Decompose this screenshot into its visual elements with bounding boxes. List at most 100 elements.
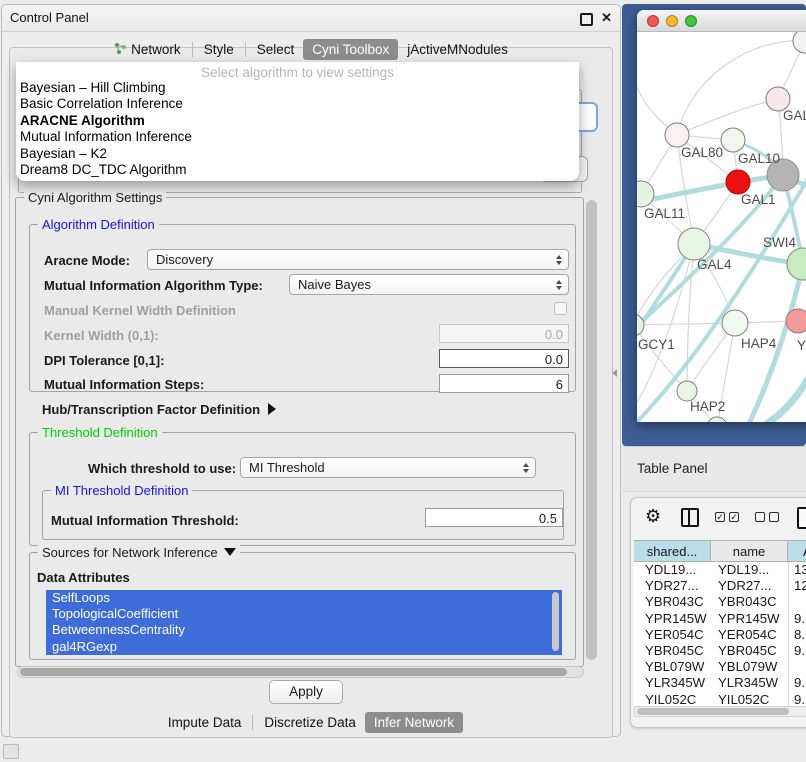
table-hscroll-thumb[interactable] bbox=[637, 708, 789, 715]
zoom-traffic-icon[interactable] bbox=[685, 15, 697, 27]
manual-kernel-checkbox[interactable] bbox=[554, 302, 567, 315]
settings-horizontal-scrollbar[interactable] bbox=[17, 666, 584, 678]
table-cell: YLR345W bbox=[711, 675, 788, 691]
attribute-item[interactable]: TopologicalCoefficient bbox=[46, 606, 562, 622]
algorithm-option[interactable]: Bayesian – K2 bbox=[16, 146, 579, 162]
table-row[interactable]: YLR345WYLR345W9. bbox=[634, 675, 806, 691]
table-horizontal-scrollbar[interactable] bbox=[634, 706, 806, 717]
tab-separator bbox=[192, 42, 193, 57]
network-node[interactable] bbox=[677, 381, 697, 401]
close-icon[interactable]: ✕ bbox=[601, 10, 612, 26]
table-row[interactable]: YBR045CYBR045C9. bbox=[634, 643, 806, 659]
network-node[interactable] bbox=[637, 314, 644, 336]
network-node[interactable] bbox=[793, 32, 806, 53]
apply-button[interactable]: Apply bbox=[269, 680, 343, 704]
settings-hscroll-thumb[interactable] bbox=[20, 668, 567, 676]
table-cell: 9. bbox=[788, 675, 806, 691]
column-header[interactable]: name bbox=[711, 541, 788, 561]
algorithm-definition-group: Algorithm Definition Aracne Mode: Discov… bbox=[29, 224, 576, 392]
algorithm-option[interactable]: Dream8 DC_TDC Algorithm bbox=[16, 162, 579, 178]
mi-type-label: Mutual Information Algorithm Type: bbox=[44, 278, 263, 293]
tab-jactivemnodules[interactable]: jActiveMNodules bbox=[398, 39, 517, 60]
minimized-panel-icon[interactable] bbox=[3, 744, 19, 759]
tab-select[interactable]: Select bbox=[248, 39, 304, 60]
tab-discretize-data[interactable]: Discretize Data bbox=[255, 712, 365, 733]
column-header[interactable]: A bbox=[788, 541, 806, 561]
which-threshold-select[interactable]: MI Threshold bbox=[240, 457, 536, 478]
table-row[interactable]: YBL079WYBL079W bbox=[634, 659, 806, 675]
tab-infer-network[interactable]: Infer Network bbox=[365, 712, 463, 733]
table-cell: 9. bbox=[788, 611, 806, 627]
sources-title[interactable]: Sources for Network Inference bbox=[38, 545, 240, 560]
network-desktop: GALGAL80GAL10GAL1GAL11GAL4SWI4GCY1HAP4YH… bbox=[622, 4, 806, 446]
network-node[interactable] bbox=[786, 309, 806, 333]
tab-cyni-toolbox[interactable]: Cyni Toolbox bbox=[303, 39, 398, 60]
tab-label: Discretize Data bbox=[264, 715, 356, 730]
aracne-mode-select[interactable]: Discovery bbox=[147, 249, 569, 270]
tab-network[interactable]: Network bbox=[105, 39, 190, 61]
deselect-all-columns-button[interactable] bbox=[755, 512, 779, 522]
hub-definition-expander[interactable]: Hub/Transcription Factor Definition bbox=[42, 402, 276, 417]
tab-impute-data[interactable]: Impute Data bbox=[159, 712, 251, 733]
list-scrollbar-thumb[interactable] bbox=[552, 592, 559, 651]
node-label: HAP4 bbox=[741, 336, 777, 351]
mi-steps-field[interactable]: 6 bbox=[439, 374, 569, 393]
data-attributes-label: Data Attributes bbox=[37, 570, 130, 585]
attribute-item[interactable]: SelfLoops bbox=[46, 590, 562, 606]
table-row[interactable]: YBR043CYBR043C bbox=[634, 594, 806, 610]
column-header[interactable]: shared... bbox=[634, 541, 711, 561]
table-row[interactable]: YDL19...YDL19...13 bbox=[634, 562, 806, 578]
table-cell bbox=[788, 659, 806, 675]
network-edge bbox=[637, 244, 694, 347]
tab-style[interactable]: Style bbox=[195, 39, 243, 60]
settings-vscroll-thumb[interactable] bbox=[586, 200, 597, 660]
table-options-icon[interactable] bbox=[797, 507, 806, 529]
network-window[interactable]: GALGAL80GAL10GAL1GAL11GAL4SWI4GCY1HAP4YH… bbox=[637, 10, 806, 422]
network-node[interactable] bbox=[678, 228, 710, 260]
select-all-columns-button[interactable]: ✓ ✓ bbox=[715, 512, 739, 522]
settings-vertical-scrollbar[interactable] bbox=[584, 198, 600, 664]
node-label: GAL1 bbox=[741, 192, 776, 207]
algorithm-option[interactable]: Basic Correlation Inference bbox=[16, 96, 579, 112]
tab-label: Style bbox=[204, 42, 234, 57]
network-node[interactable] bbox=[726, 170, 750, 194]
data-attributes-list[interactable]: SelfLoopsTopologicalCoefficientBetweenne… bbox=[46, 590, 562, 655]
cyni-algorithm-settings-group: Cyni Algorithm Settings Algorithm Defini… bbox=[15, 197, 584, 667]
close-traffic-icon[interactable] bbox=[647, 15, 659, 27]
float-panel-icon[interactable] bbox=[580, 13, 593, 26]
network-canvas[interactable]: GALGAL80GAL10GAL1GAL11GAL4SWI4GCY1HAP4YH… bbox=[637, 32, 806, 422]
table-row[interactable]: YDR27...YDR27...12 bbox=[634, 578, 806, 594]
minimize-traffic-icon[interactable] bbox=[666, 15, 678, 27]
algorithm-option[interactable]: Mutual Information Inference bbox=[16, 129, 579, 145]
attribute-item[interactable]: gal4RGexp bbox=[46, 639, 562, 655]
splitter-handle[interactable] bbox=[612, 369, 617, 377]
mi-threshold-field[interactable]: 0.5 bbox=[425, 508, 563, 527]
checked-box-icon: ✓ bbox=[729, 512, 739, 522]
control-panel-window: Control Panel ✕ NetworkStyleSelectCyni T… bbox=[1, 4, 621, 737]
algorithm-option[interactable]: ARACNE Algorithm bbox=[16, 113, 579, 129]
network-node[interactable] bbox=[665, 123, 689, 147]
mi-type-select[interactable]: Naive Bayes bbox=[289, 274, 569, 295]
table-row[interactable]: YER054CYER054C8. bbox=[634, 627, 806, 643]
table-row[interactable]: YPR145WYPR145W9. bbox=[634, 611, 806, 627]
table-cell: YDL19... bbox=[711, 562, 788, 578]
expander-down-icon bbox=[224, 548, 236, 556]
node-label: GAL10 bbox=[738, 151, 780, 166]
dpi-tolerance-field[interactable]: 0.0 bbox=[439, 349, 569, 368]
algorithm-definition-title: Algorithm Definition bbox=[38, 217, 159, 232]
network-node[interactable] bbox=[722, 310, 748, 336]
kernel-width-field[interactable]: 0.0 bbox=[439, 324, 569, 343]
table-cell: YBR045C bbox=[634, 643, 711, 659]
network-node[interactable] bbox=[721, 128, 745, 152]
split-columns-icon[interactable] bbox=[681, 508, 699, 527]
spinner-arrows-icon bbox=[523, 463, 529, 473]
gear-icon[interactable]: ⚙ bbox=[645, 506, 661, 527]
tab-label: Infer Network bbox=[374, 715, 454, 730]
node-label: HAP2 bbox=[690, 399, 725, 414]
network-window-titlebar[interactable] bbox=[637, 10, 806, 32]
network-node[interactable] bbox=[787, 248, 806, 280]
attribute-item[interactable]: BetweennessCentrality bbox=[46, 622, 562, 638]
control-panel-tabs: Network Style SelectCyni ToolboxjActiveMNo… bbox=[2, 38, 620, 61]
tab-separator bbox=[245, 42, 246, 57]
algorithm-option[interactable]: Bayesian – Hill Climbing bbox=[16, 80, 579, 96]
